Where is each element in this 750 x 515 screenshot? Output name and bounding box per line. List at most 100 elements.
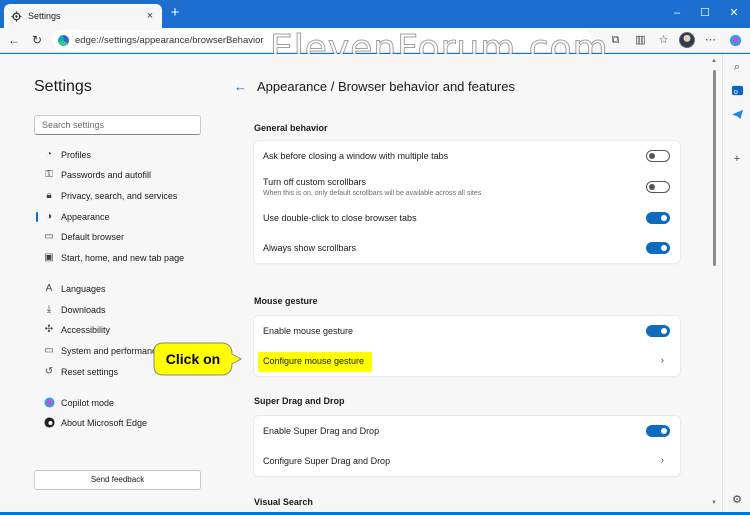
chevron-right-icon: › [660,455,664,466]
sidebar-item-profiles[interactable]: ◔ Profiles [34,145,214,164]
url-text: edge://settings/appearance/browserBehavi… [75,35,264,46]
send-feedback-button[interactable]: Send feedback [34,470,201,490]
configure-mouse-gesture-row[interactable]: Configure mouse gesture › [254,346,680,376]
setting-label: Configure mouse gesture [263,356,365,366]
sidebar-item-label: Languages [61,283,106,294]
browser-icon: ▭ [44,231,54,242]
sidebar-item-languages[interactable]: A Languages [34,279,214,298]
setting-label: Enable mouse gesture [263,326,354,336]
chevron-right-icon: › [660,355,664,366]
setting-row: Enable mouse gesture [254,316,680,346]
close-tab-icon[interactable]: × [144,10,156,22]
profile-avatar[interactable] [679,32,695,48]
scrollbar[interactable]: ▲ ▼ [710,54,718,512]
sidebar-item-appearance[interactable]: ◑ Appearance [34,207,214,226]
download-icon: ⤓ [46,304,52,315]
sidebar-item-label: Copilot mode [61,397,115,408]
section-heading: Super Drag and Drop [254,396,345,406]
edge-sidebar: ⌕ o + ⚙ [722,54,750,512]
scroll-up-icon[interactable]: ▲ [711,58,717,64]
toggle-switch[interactable] [646,181,670,193]
toggle-switch[interactable] [646,212,670,224]
sidebar-item-label: Downloads [61,304,106,315]
edge-icon [43,417,55,429]
setting-row: Enable Super Drag and Drop [254,416,680,446]
address-toolbar: ← ↻ edge://settings/appearance/browserBe… [0,28,750,53]
address-bar[interactable]: edge://settings/appearance/browserBehavi… [52,30,592,51]
back-icon[interactable]: ← [7,33,21,47]
gear-icon[interactable]: ⚙ [730,493,744,507]
copilot-icon [43,397,55,409]
add-sidebar-icon[interactable]: + [730,152,744,166]
toggle-switch[interactable] [646,242,670,254]
setting-row: Turn off custom scrollbars When this is … [254,171,680,203]
setting-label: Ask before closing a window with multipl… [263,151,449,161]
split-screen-icon[interactable]: ▥ [634,34,647,47]
scroll-down-icon[interactable]: ▼ [711,500,717,506]
click-on-callout: Click on [153,342,243,376]
settings-title: Settings [34,78,92,95]
sidebar-item-accessibility[interactable]: ✣ Accessibility [34,320,214,339]
sidebar-item-label: Start, home, and new tab page [61,252,185,263]
mouse-gesture-card: Enable mouse gesture Configure mouse ges… [254,316,680,376]
sidebar-item-downloads[interactable]: ⤓ Downloads [34,300,214,319]
profile-icon: ◔ [45,149,53,160]
back-arrow-icon[interactable]: ← [234,79,247,94]
sidebar-item-label: Profiles [61,149,92,160]
setting-row: Always show scrollbars [254,233,680,263]
setting-row: Use double-click to close browser tabs [254,203,680,233]
setting-row: Ask before closing a window with multipl… [254,141,680,171]
setting-label: Configure Super Drag and Drop [263,456,391,466]
sidebar-item-about[interactable]: About Microsoft Edge [34,413,214,432]
key-icon: ⚿ [45,169,53,180]
sidebar-item-default-browser[interactable]: ▭ Default browser [34,227,214,246]
tab-title: Settings [28,11,61,21]
new-tab-icon[interactable]: + [168,5,182,20]
accessibility-icon: ✣ [44,324,54,335]
page-title-text: Appearance / Browser behavior and featur… [257,79,515,94]
reset-icon: ↺ [44,366,54,377]
favorites-icon[interactable]: ☆ [657,34,670,47]
minimize-icon[interactable]: – [670,6,684,20]
sidebar-item-privacy[interactable]: 🔒︎ Privacy, search, and services [34,186,214,205]
toggle-switch[interactable] [646,325,670,337]
setting-label: Enable Super Drag and Drop [263,426,380,436]
appearance-icon: ◑ [45,211,53,222]
tab-settings[interactable]: Settings × [4,4,162,28]
sidebar-item-start-home[interactable]: ▣ Start, home, and new tab page [34,248,214,267]
extensions-icon[interactable]: ⧉ [609,34,622,47]
search-icon[interactable]: ⌕ [730,60,744,74]
toggle-switch[interactable] [646,425,670,437]
sidebar-item-label: Default browser [61,231,125,242]
more-menu-icon[interactable]: ⋯ [704,34,717,47]
setting-label: Turn off custom scrollbars [263,177,367,187]
system-icon: ▭ [44,345,54,356]
sidebar-item-passwords[interactable]: ⚿ Passwords and autofill [34,165,214,184]
sidebar-item-label: Reset settings [61,366,119,377]
configure-super-drag-row[interactable]: Configure Super Drag and Drop › [254,446,680,476]
languages-icon: A [45,283,53,294]
section-heading: Visual Search [254,497,313,507]
settings-page: Settings ◔ Profiles ⚿ Passwords and auto… [0,54,722,512]
copilot-icon[interactable] [729,34,742,47]
sidebar-item-copilot[interactable]: Copilot mode [34,393,214,412]
outlook-icon[interactable]: o [730,84,744,98]
setting-description: When this is on, only default scrollbars… [263,190,482,197]
telegram-icon[interactable] [730,108,744,122]
settings-main: ← Appearance / Browser behavior and feat… [222,54,722,512]
search-input[interactable] [34,115,201,135]
lock-icon: 🔒︎ [46,190,52,201]
super-drag-card: Enable Super Drag and Drop Configure Sup… [254,416,680,476]
page-title: ← Appearance / Browser behavior and feat… [234,79,515,94]
section-heading: General behavior [254,123,328,133]
refresh-icon[interactable]: ↻ [30,33,44,47]
maximize-icon[interactable]: ☐ [698,6,712,20]
toggle-switch[interactable] [646,150,670,162]
sidebar-item-label: Privacy, search, and services [61,190,178,201]
section-heading: Mouse gesture [254,296,318,306]
close-window-icon[interactable]: ✕ [727,6,741,20]
setting-label: Use double-click to close browser tabs [263,213,417,223]
title-bar: Settings × + – ☐ ✕ [0,0,750,28]
svg-text:o: o [733,87,737,96]
scrollbar-thumb[interactable] [713,70,716,266]
